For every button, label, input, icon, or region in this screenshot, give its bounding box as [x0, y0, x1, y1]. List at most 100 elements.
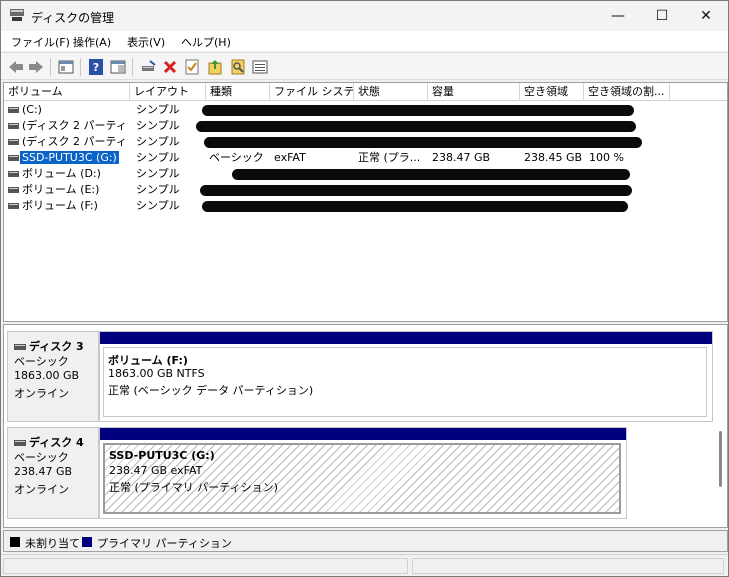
search-button[interactable] — [229, 58, 247, 76]
maximize-button[interactable]: ☐ — [640, 1, 684, 31]
volume-icon — [8, 107, 19, 113]
scrollbar-thumb[interactable] — [719, 431, 722, 487]
volume-layout: シンプル — [136, 135, 180, 148]
toolbar-separator — [80, 58, 81, 76]
disk-icon — [14, 440, 26, 446]
partition-name: SSD-PUTU3C (G:) — [109, 449, 215, 462]
toolbar-separator — [50, 58, 51, 76]
minimize-button[interactable]: — — [596, 1, 640, 31]
partition-body: ボリューム (F:) 1863.00 GB NTFS 正常 (ベーシック データ… — [103, 347, 707, 417]
menu-action[interactable]: 操作(A) — [73, 34, 111, 50]
forward-button[interactable] — [27, 58, 45, 76]
volume-layout: シンプル — [136, 151, 180, 164]
volume-type: ベーシック — [209, 151, 264, 164]
volume-row[interactable]: (ディスク 2 パーティシ... シンプル — [4, 134, 727, 150]
partition-f[interactable]: ボリューム (F:) 1863.00 GB NTFS 正常 (ベーシック データ… — [99, 331, 713, 422]
redaction-mark — [232, 169, 630, 180]
volume-free-percent: 100 % — [589, 151, 624, 164]
disk-name: ディスク 4 — [29, 436, 84, 449]
view-panel-icon — [110, 60, 126, 74]
volume-icon — [8, 187, 19, 193]
disk-icon — [14, 344, 26, 350]
view-panel-button[interactable] — [109, 58, 127, 76]
back-button[interactable] — [7, 58, 25, 76]
volume-name: SSD-PUTU3C (G:) — [20, 151, 119, 164]
menu-file[interactable]: ファイル(F) — [11, 34, 70, 50]
redaction-mark — [200, 185, 632, 196]
column-header-volume[interactable]: ボリューム — [4, 83, 130, 101]
volume-row-selected[interactable]: SSD-PUTU3C (G:) シンプル ベーシック exFAT 正常 (プラ.… — [4, 150, 727, 166]
disk-name: ディスク 3 — [29, 340, 84, 353]
disk-size: 1863.00 GB — [14, 369, 80, 382]
volume-layout: シンプル — [136, 183, 180, 196]
delete-button[interactable] — [161, 58, 179, 76]
column-header-capacity[interactable]: 容量 — [428, 83, 520, 101]
properties-panel-icon — [58, 60, 74, 74]
status-segment — [3, 558, 408, 574]
toolbar: ? — [1, 52, 728, 80]
volume-name: (ディスク 2 パーティシ... — [22, 135, 128, 148]
disk-4-label[interactable]: ディスク 4 ベーシック 238.47 GB オンライン — [7, 427, 99, 519]
menu-bar: ファイル(F) 操作(A) 表示(V) ヘルプ(H) — [1, 31, 728, 51]
volume-layout: シンプル — [136, 199, 180, 212]
partition-g[interactable]: SSD-PUTU3C (G:) 238.47 GB exFAT 正常 (プライマ… — [99, 427, 627, 519]
list-view-icon — [252, 60, 268, 74]
maximize-icon: ☐ — [655, 8, 669, 24]
volume-row[interactable]: (ディスク 2 パーティシ... シンプル — [4, 118, 727, 134]
column-header-type[interactable]: 種類 — [206, 83, 270, 101]
volume-row[interactable]: ボリューム (D:) シンプル — [4, 166, 727, 182]
svg-text:?: ? — [93, 61, 99, 74]
disk-state: オンライン — [14, 483, 69, 496]
column-header-free-percent[interactable]: 空き領域の割... — [584, 83, 670, 101]
volume-icon — [8, 123, 19, 129]
disk-state: オンライン — [14, 387, 69, 400]
menu-help[interactable]: ヘルプ(H) — [181, 34, 231, 50]
volume-row[interactable]: (C:) シンプル — [4, 102, 727, 118]
column-header-free-space[interactable]: 空き領域 — [520, 83, 584, 101]
disk-3-label[interactable]: ディスク 3 ベーシック 1863.00 GB オンライン — [7, 331, 99, 422]
legend-primary-partition: プライマリ パーティション — [97, 537, 232, 550]
volume-filesystem: exFAT — [274, 151, 306, 164]
title-bar: ディスクの管理 — ☐ ✕ — [1, 1, 728, 31]
menu-view[interactable]: 表示(V) — [127, 34, 165, 50]
column-header-layout[interactable]: レイアウト — [130, 83, 206, 101]
disk-management-icon — [10, 9, 24, 21]
column-header-status[interactable]: 状態 — [354, 83, 428, 101]
connect-disk-icon — [142, 60, 156, 71]
search-icon — [231, 59, 245, 75]
toolbar-separator — [132, 58, 133, 76]
check-button[interactable] — [183, 58, 201, 76]
partition-status: 正常 (プライマリ パーティション) — [109, 481, 278, 494]
window-title: ディスクの管理 — [31, 11, 115, 25]
volume-capacity: 238.47 GB — [432, 151, 491, 164]
status-bar — [1, 554, 728, 576]
redaction-mark — [204, 137, 642, 148]
back-arrow-icon — [9, 61, 23, 73]
partition-status: 正常 (ベーシック データ パーティション) — [108, 384, 314, 397]
column-header-filesystem[interactable]: ファイル システム — [270, 83, 354, 101]
redaction-mark — [202, 105, 634, 116]
import-button[interactable] — [206, 58, 224, 76]
volume-row[interactable]: ボリューム (F:) シンプル — [4, 198, 727, 214]
close-icon: ✕ — [700, 8, 712, 24]
check-icon — [185, 59, 199, 75]
help-button[interactable]: ? — [87, 58, 105, 76]
properties-panel-button[interactable] — [57, 58, 75, 76]
volume-row[interactable]: ボリューム (E:) シンプル — [4, 182, 727, 198]
list-view-button[interactable] — [251, 58, 269, 76]
partition-size-fs: 238.47 GB exFAT — [109, 464, 203, 477]
volume-name: ボリューム (E:) — [22, 183, 100, 196]
connect-disk-button[interactable] — [139, 58, 157, 76]
volume-list[interactable]: ボリューム レイアウト 種類 ファイル システム 状態 容量 空き領域 空き領域… — [3, 82, 728, 322]
disk-type: ベーシック — [14, 355, 69, 368]
close-button[interactable]: ✕ — [684, 1, 728, 31]
legend-unallocated: 未割り当て — [25, 537, 80, 550]
volume-status: 正常 (プラ... — [358, 151, 421, 164]
primary-partition-bar — [100, 428, 626, 440]
primary-partition-swatch — [82, 537, 92, 547]
volume-list-header: ボリューム レイアウト 種類 ファイル システム 状態 容量 空き領域 空き領域… — [4, 83, 727, 101]
volume-name: (ディスク 2 パーティシ... — [22, 119, 128, 132]
delete-icon — [163, 60, 177, 74]
partition-name: ボリューム (F:) — [108, 354, 188, 367]
disk-graphical-pane[interactable]: ディスク 3 ベーシック 1863.00 GB オンライン ボリューム (F:)… — [3, 324, 728, 528]
